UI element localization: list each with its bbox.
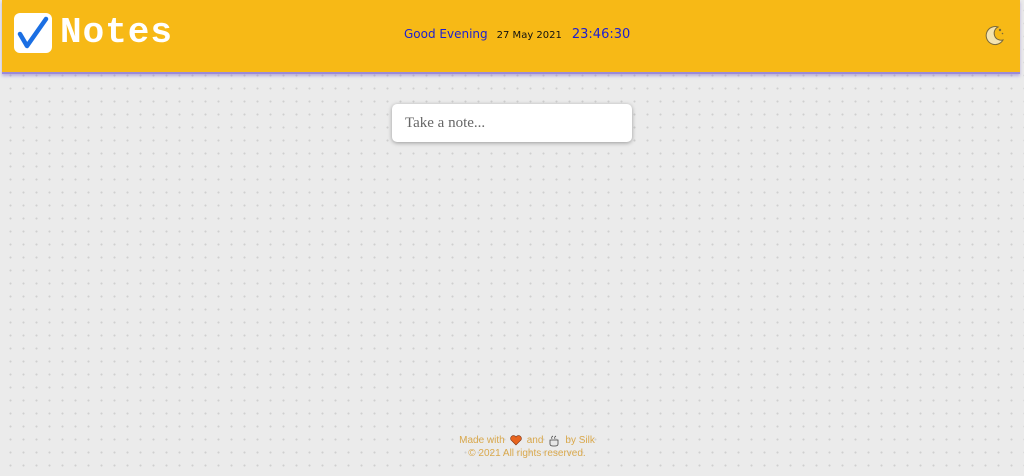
coffee-icon xyxy=(550,435,559,446)
footer: Made with and by Silk © 2021 All rights … xyxy=(412,434,642,460)
greeting-text: Good Evening xyxy=(404,27,488,41)
footer-made-with: Made with xyxy=(459,435,505,446)
datetime-display: Good Evening 27 May 2021 23:46:30 xyxy=(404,27,630,42)
date-text: 27 May 2021 xyxy=(496,30,562,41)
take-note-input[interactable] xyxy=(392,104,632,142)
clock-text: 23:46:30 xyxy=(571,27,631,42)
moon-icon xyxy=(985,26,1005,46)
footer-author: by Silk xyxy=(565,435,595,446)
heart-icon xyxy=(510,435,522,446)
footer-credits: Made with and by Silk xyxy=(412,434,642,447)
theme-toggle-button[interactable] xyxy=(982,22,1008,48)
app-header: Notes Good Evening 27 May 2021 23:46:30 xyxy=(2,0,1020,74)
footer-and: and xyxy=(526,435,544,446)
footer-copyright: © 2021 All rights reserved. xyxy=(468,448,586,459)
checkmark-icon xyxy=(14,12,52,53)
app-logo[interactable]: Notes xyxy=(14,12,173,53)
app-title: Notes xyxy=(60,12,174,53)
